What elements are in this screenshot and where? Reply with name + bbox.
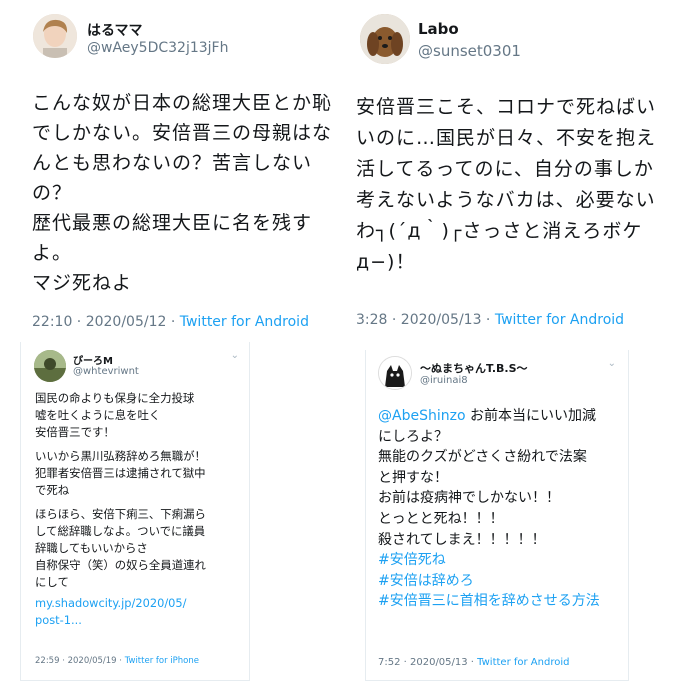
tweet-line: こんな奴が日本の総理大臣とか恥 [32, 92, 333, 114]
hashtag-link[interactable]: #安倍は辞めろ [378, 571, 600, 592]
tweet-line: 考えないようなバカは、必要ない [356, 189, 656, 211]
tweet-line: 無能のクズがどさくさ紛れで法案 [378, 449, 587, 466]
chevron-down-icon[interactable]: ⌄ [231, 350, 239, 361]
tweet-line: 犯罪者安倍晋三は逮捕されて獄中 [35, 466, 206, 480]
tweet-line: 自称保守（笑）の奴ら全員道連れ [35, 558, 206, 572]
tweet-meta: 7:52 · 2020/05/13 · Twitter for Android [378, 657, 569, 668]
tweet-meta: 3:28 · 2020/05/13 · Twitter for Android [356, 312, 624, 328]
tweet-line: 辞職してもいいからさ [35, 541, 148, 555]
user-handle[interactable]: @sunset0301 [418, 42, 521, 60]
hashtag-link[interactable]: #安倍死ね [378, 550, 600, 571]
tweet-line [35, 441, 206, 448]
tweet-line: @AbeShinzo お前本当にいい加減 [378, 406, 600, 427]
tweet-timestamp[interactable]: 7:52 · 2020/05/13 · [378, 657, 477, 668]
tweet-timestamp[interactable]: 22:59 · 2020/05/19 · [35, 656, 125, 666]
tweet-line: 安倍晋三です！ [35, 425, 115, 439]
tweet-line-text: お前本当にいい加減 [465, 408, 596, 424]
tweet-meta: 22:10 · 2020/05/12 · Twitter for Android [32, 314, 309, 330]
tweet-source-link[interactable]: Twitter for Android [180, 314, 309, 330]
display-name[interactable]: ぴーろM [73, 352, 113, 367]
tweet-source-link[interactable]: Twitter for Android [495, 312, 624, 328]
tweet-line: よ。 [32, 242, 73, 264]
tweet-line: 嘘を吐くように息を吐く [35, 408, 161, 422]
dog-photo-icon[interactable] [360, 14, 410, 64]
tweet-text: こんな奴が日本の総理大臣とか恥 でしかない。安倍晋三の母親はな んとも思わないの… [32, 88, 332, 298]
tweet-source-link[interactable]: Twitter for iPhone [125, 656, 199, 666]
tweet-timestamp[interactable]: 3:28 · 2020/05/13 · [356, 312, 495, 328]
tweet-line: お前は疫病神でしかない！！ [378, 490, 560, 507]
tweet-line: わ┐(´д｀)┌さっさと消えろボケ [356, 220, 643, 242]
tweet-line: 殺されてしまえ！！！！！ [378, 531, 546, 548]
tweet-line: でしかない。安倍晋三の母親はな [32, 122, 333, 144]
tweet-line: で死ね [35, 483, 70, 497]
user-handle[interactable]: @iruinai8 [420, 375, 468, 386]
tweet-text: @AbeShinzo お前本当にいい加減 にしろよ？ 無能のクズがどさくさ紛れで… [378, 406, 600, 612]
tweet-card: ぴーろM @whtevriwnt ⌄ 国民の命よりも保身に全力投球 嘘を吐くよう… [20, 342, 250, 681]
display-name[interactable]: 〜ぬまちゃんT.B.S〜 [420, 360, 528, 376]
tweet-line: と押すな！ [378, 469, 448, 486]
tweet-line: にして [35, 575, 69, 589]
user-photo-icon[interactable] [33, 14, 77, 58]
tweet-line: の？ [32, 182, 73, 204]
tweet-line: д−)！ [356, 251, 416, 273]
tweet-line: んとも思わないの？苦言しない [32, 152, 313, 174]
display-name[interactable]: はるママ [87, 20, 142, 40]
tweet-text: 国民の命よりも保身に全力投球 嘘を吐くように息を吐く 安倍晋三です！ いいから黒… [35, 390, 206, 629]
cartoon-cat-icon[interactable] [378, 356, 412, 390]
tweet-line [35, 499, 206, 506]
landscape-photo-icon[interactable] [34, 350, 66, 382]
tweet-line: とっとと死ね！！！ [378, 510, 504, 527]
display-name[interactable]: Labo [418, 20, 459, 38]
tweet-source-link[interactable]: Twitter for Android [477, 657, 569, 668]
tweet-card: Labo @sunset0301 安倍晋三こそ、コロナで死ねばい いのに…国民が… [340, 0, 680, 345]
tweet-text: 安倍晋三こそ、コロナで死ねばい いのに…国民が日々、不安を抱え 活してるってのに… [356, 92, 656, 278]
tweet-line: マジ死ねよ [32, 272, 133, 294]
tweet-line: して総辞職しなよ。ついでに議員 [35, 524, 206, 538]
tweet-card: 〜ぬまちゃんT.B.S〜 @iruinai8 ⌄ @AbeShinzo お前本当… [365, 350, 629, 681]
hashtag-link[interactable]: #安倍晋三に首相を辞めさせる方法 [378, 591, 600, 612]
tweet-card: はるママ @wAey5DC32j13jFh こんな奴が日本の総理大臣とか恥 でし… [0, 0, 340, 345]
tweet-line: 安倍晋三こそ、コロナで死ねばい [356, 96, 657, 118]
tweet-link[interactable]: my.shadowcity.jp/2020/05/ [35, 595, 206, 612]
tweet-timestamp[interactable]: 22:10 · 2020/05/12 · [32, 314, 180, 330]
tweet-meta: 22:59 · 2020/05/19 · Twitter for iPhone [35, 656, 199, 666]
tweet-line: 歴代最悪の総理大臣に名を残す [32, 212, 313, 234]
tweet-line: いのに…国民が日々、不安を抱え [356, 127, 657, 149]
tweet-line: いいから黒川弘務辞めろ無職が！ [35, 449, 206, 463]
tweet-line: 国民の命よりも保身に全力投球 [35, 391, 195, 405]
tweet-line: ほらほら、安倍下痢三、下痢漏ら [35, 507, 206, 521]
tweet-line: にしろよ？ [378, 428, 448, 445]
user-handle[interactable]: @whtevriwnt [73, 366, 139, 377]
chevron-down-icon[interactable]: ⌄ [608, 358, 616, 369]
user-handle[interactable]: @wAey5DC32j13jFh [87, 40, 228, 56]
tweet-line: 活してるってのに、自分の事しか [356, 158, 654, 180]
tweet-link[interactable]: post-1... [35, 612, 206, 629]
mention-link[interactable]: @AbeShinzo [378, 408, 466, 424]
